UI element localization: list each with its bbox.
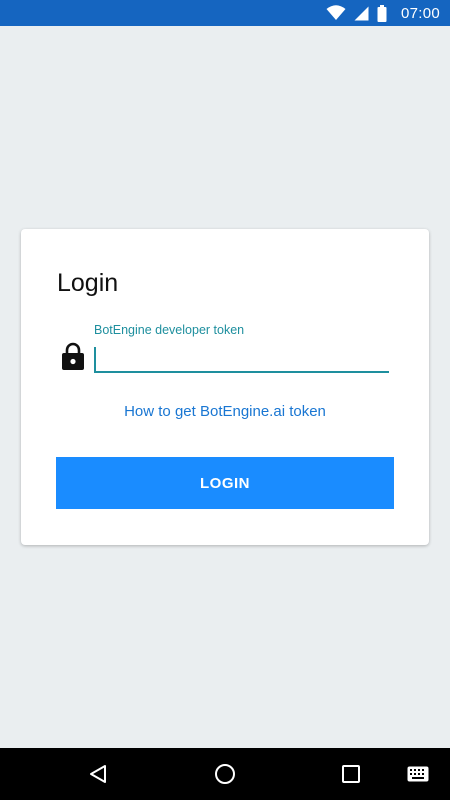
clock-time: 07:00 bbox=[400, 4, 440, 22]
home-button[interactable] bbox=[205, 748, 245, 800]
login-title: Login bbox=[57, 269, 119, 297]
main-content: Login BotEngine developer token How to g… bbox=[0, 26, 450, 748]
token-field-label: BotEngine developer token bbox=[94, 323, 245, 337]
login-card: Login BotEngine developer token How to g… bbox=[21, 229, 429, 545]
recents-icon bbox=[342, 765, 360, 783]
back-icon bbox=[88, 764, 108, 784]
cell-signal-icon bbox=[354, 6, 369, 21]
recents-button[interactable] bbox=[331, 748, 371, 800]
home-icon bbox=[214, 763, 236, 785]
battery-icon bbox=[377, 4, 387, 22]
back-button[interactable] bbox=[78, 748, 118, 800]
status-bar: 07:00 bbox=[0, 0, 450, 26]
wifi-icon bbox=[326, 5, 346, 21]
token-help-link[interactable]: How to get BotEngine.ai token bbox=[21, 403, 429, 420]
lock-icon bbox=[61, 341, 85, 371]
keyboard-button[interactable] bbox=[400, 748, 436, 800]
text-cursor bbox=[94, 347, 96, 371]
navigation-bar bbox=[0, 748, 450, 800]
keyboard-icon bbox=[407, 766, 429, 782]
login-button[interactable]: LOGIN bbox=[56, 457, 394, 509]
token-input[interactable] bbox=[94, 343, 389, 373]
